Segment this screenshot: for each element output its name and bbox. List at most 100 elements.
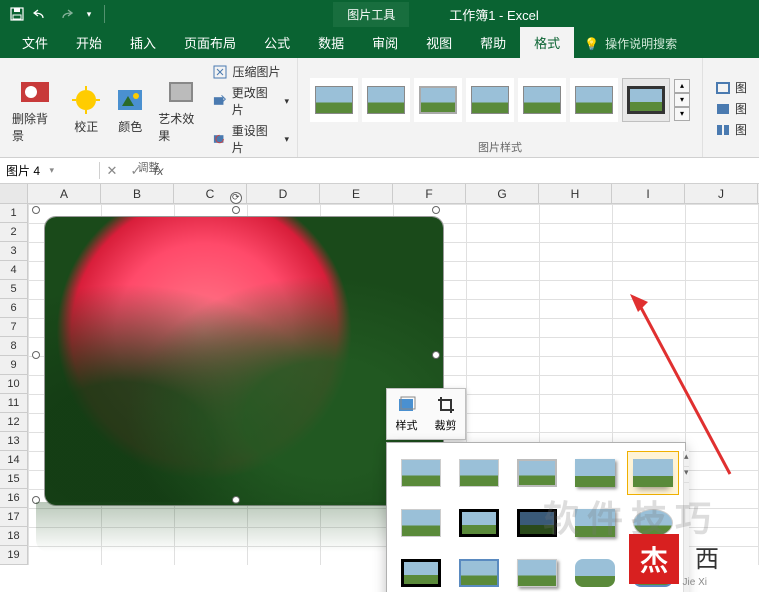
qat-customize[interactable]: ▾ <box>78 3 100 25</box>
style-preset-1[interactable] <box>310 78 358 122</box>
style-preset-3[interactable] <box>414 78 462 122</box>
change-picture-button[interactable]: 更改图片▾ <box>212 83 289 119</box>
row-header[interactable]: 14 <box>0 451 28 470</box>
compress-icon <box>212 64 228 80</box>
resize-handle-ne[interactable] <box>432 206 440 214</box>
gallery-scroll-down[interactable]: ▾ <box>674 93 690 107</box>
corrections-button[interactable]: 校正 <box>66 82 106 137</box>
color-button[interactable]: 颜色 <box>110 82 150 137</box>
artistic-effects-button[interactable]: 艺术效果 <box>154 74 208 146</box>
redo-button[interactable] <box>54 3 76 25</box>
style-preset-4[interactable] <box>466 78 514 122</box>
tab-data[interactable]: 数据 <box>304 27 358 58</box>
select-all-corner[interactable] <box>0 184 28 203</box>
style-option-12[interactable] <box>453 551 505 592</box>
tab-review[interactable]: 审阅 <box>358 27 412 58</box>
chevron-down-icon: ▾ <box>50 165 94 176</box>
mini-style-button[interactable]: 样式 <box>387 389 426 439</box>
name-box[interactable]: 图片 4 ▾ <box>0 162 100 179</box>
save-button[interactable] <box>6 3 28 25</box>
picture-selection[interactable] <box>36 210 436 500</box>
style-option-11[interactable] <box>395 551 447 592</box>
ribbon: 删除背景 校正 颜色 艺术效果 压缩图片 更改图 <box>0 58 759 158</box>
row-header[interactable]: 7 <box>0 318 28 337</box>
col-header[interactable]: B <box>101 184 174 203</box>
row-header[interactable]: 2 <box>0 223 28 242</box>
undo-button[interactable] <box>30 3 52 25</box>
row-header[interactable]: 12 <box>0 413 28 432</box>
cancel-formula-button[interactable]: ✕ <box>100 163 124 179</box>
style-option-1[interactable] <box>395 451 447 495</box>
style-option-7[interactable] <box>453 501 505 545</box>
compress-pictures-button[interactable]: 压缩图片 <box>212 62 289 81</box>
picture-effects-button[interactable]: 图 <box>715 99 747 118</box>
col-header[interactable]: J <box>685 184 758 203</box>
layout-icon <box>715 122 731 138</box>
style-option-2[interactable] <box>453 451 505 495</box>
tab-file[interactable]: 文件 <box>8 27 62 58</box>
row-header[interactable]: 4 <box>0 261 28 280</box>
row-header[interactable]: 17 <box>0 508 28 527</box>
style-option-5[interactable] <box>627 451 679 495</box>
watermark-logo: 杰 <box>629 534 679 584</box>
col-header[interactable]: F <box>393 184 466 203</box>
style-scroll-up[interactable]: ▴ <box>684 451 689 467</box>
gallery-more-button[interactable]: ▾ <box>674 107 690 121</box>
picture-border-button[interactable]: 图 <box>715 78 747 97</box>
fx-button[interactable]: fx <box>148 164 169 178</box>
style-preset-2[interactable] <box>362 78 410 122</box>
tab-formulas[interactable]: 公式 <box>250 27 304 58</box>
col-header[interactable]: H <box>539 184 612 203</box>
resize-handle-nw[interactable] <box>32 206 40 214</box>
tab-format[interactable]: 格式 <box>520 27 574 58</box>
tab-page-layout[interactable]: 页面布局 <box>170 27 250 58</box>
style-scroll-down[interactable]: ▾ <box>684 467 689 483</box>
reset-picture-button[interactable]: 重设图片▾ <box>212 121 289 157</box>
row-header[interactable]: 9 <box>0 356 28 375</box>
style-option-3[interactable] <box>511 451 563 495</box>
row-header[interactable]: 6 <box>0 299 28 318</box>
col-header[interactable]: A <box>28 184 101 203</box>
row-header[interactable]: 8 <box>0 337 28 356</box>
resize-handle-n[interactable] <box>232 206 240 214</box>
remove-background-button[interactable]: 删除背景 <box>8 74 62 146</box>
tab-insert[interactable]: 插入 <box>116 27 170 58</box>
mini-crop-button[interactable]: 裁剪 <box>426 389 465 439</box>
row-header[interactable]: 11 <box>0 394 28 413</box>
tab-home[interactable]: 开始 <box>62 27 116 58</box>
style-preset-7[interactable] <box>622 78 670 122</box>
row-header[interactable]: 18 <box>0 527 28 546</box>
tell-me-search[interactable]: 💡 操作说明搜索 <box>574 29 687 58</box>
style-preset-6[interactable] <box>570 78 618 122</box>
row-header[interactable]: 16 <box>0 489 28 508</box>
style-option-4[interactable] <box>569 451 621 495</box>
inserted-picture[interactable] <box>44 216 444 506</box>
gallery-scroll-up[interactable]: ▴ <box>674 79 690 93</box>
col-header[interactable]: D <box>247 184 320 203</box>
col-header[interactable]: E <box>320 184 393 203</box>
style-option-14[interactable] <box>569 551 621 592</box>
row-header[interactable]: 3 <box>0 242 28 261</box>
confirm-formula-button[interactable]: ✓ <box>124 163 148 179</box>
resize-handle-w[interactable] <box>32 351 40 359</box>
row-header[interactable]: 19 <box>0 546 28 565</box>
col-header[interactable]: I <box>612 184 685 203</box>
col-header[interactable]: G <box>466 184 539 203</box>
reset-label: 重设图片 <box>232 122 278 156</box>
resize-handle-e[interactable] <box>432 351 440 359</box>
row-header[interactable]: 10 <box>0 375 28 394</box>
layout-opt-label: 图 <box>735 121 747 138</box>
style-preset-5[interactable] <box>518 78 566 122</box>
row-header[interactable]: 5 <box>0 280 28 299</box>
row-header[interactable]: 1 <box>0 204 28 223</box>
artistic-icon <box>165 76 197 108</box>
picture-layout-button[interactable]: 图 <box>715 120 747 139</box>
tab-view[interactable]: 视图 <box>412 27 466 58</box>
style-option-13[interactable] <box>511 551 563 592</box>
rotation-handle[interactable] <box>230 192 242 204</box>
color-icon <box>114 84 146 116</box>
style-option-6[interactable] <box>395 501 447 545</box>
row-header[interactable]: 13 <box>0 432 28 451</box>
tab-help[interactable]: 帮助 <box>466 27 520 58</box>
row-header[interactable]: 15 <box>0 470 28 489</box>
